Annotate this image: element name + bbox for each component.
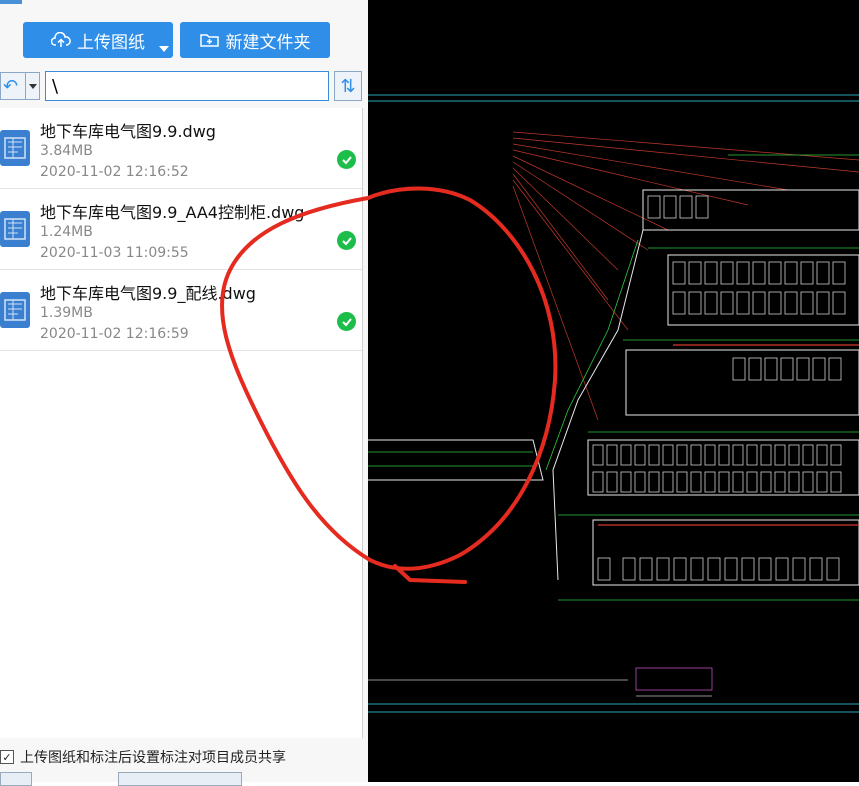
dwg-file-icon bbox=[0, 292, 30, 328]
share-label: 上传图纸和标注后设置标注对项目成员共享 bbox=[20, 750, 286, 766]
new-folder-icon bbox=[199, 34, 219, 47]
file-date: 2020-11-03 11:09:55 bbox=[40, 245, 189, 261]
file-size: 1.39MB bbox=[40, 305, 93, 321]
cad-drawing-viewer[interactable] bbox=[368, 0, 859, 782]
panel-top-accent bbox=[0, 0, 22, 4]
bottom-button-main[interactable] bbox=[118, 772, 242, 786]
share-checkbox[interactable]: ✓ bbox=[0, 750, 14, 764]
check-circle-icon bbox=[337, 150, 356, 169]
new-folder-button[interactable]: 新建文件夹 bbox=[180, 22, 330, 58]
refresh-button[interactable]: ⇅ bbox=[334, 71, 362, 101]
upload-drawing-button[interactable]: 上传图纸 bbox=[23, 22, 173, 58]
back-arrow-icon: ↶ bbox=[3, 75, 19, 97]
file-row[interactable]: 地下车库电气图9.9_AA4控制柜.dwg 1.24MB 2020-11-03 … bbox=[0, 189, 362, 270]
cad-drawing bbox=[368, 94, 859, 713]
dwg-file-icon bbox=[0, 211, 30, 247]
file-row[interactable]: 地下车库电气图9.9_配线.dwg 1.39MB 2020-11-02 12:1… bbox=[0, 270, 362, 351]
file-name: 地下车库电气图9.9.dwg bbox=[40, 122, 216, 141]
file-size: 1.24MB bbox=[40, 224, 93, 240]
file-date: 2020-11-02 12:16:59 bbox=[40, 326, 189, 342]
new-folder-label: 新建文件夹 bbox=[225, 32, 311, 53]
bottom-button-left[interactable] bbox=[0, 772, 32, 786]
file-size: 3.84MB bbox=[40, 143, 93, 159]
check-circle-icon bbox=[337, 231, 356, 250]
upload-dropdown-caret[interactable] bbox=[159, 46, 169, 52]
upload-drawing-label: 上传图纸 bbox=[77, 32, 145, 53]
upload-cloud-icon bbox=[51, 32, 71, 47]
file-row[interactable]: 地下车库电气图9.9.dwg 3.84MB 2020-11-02 12:16:5… bbox=[0, 108, 362, 189]
file-name: 地下车库电气图9.9_配线.dwg bbox=[40, 284, 256, 303]
file-date: 2020-11-02 12:16:52 bbox=[40, 164, 189, 180]
path-bar: ↶ ⇅ bbox=[0, 71, 368, 103]
back-button[interactable]: ↶ bbox=[0, 72, 40, 100]
file-list: 地下车库电气图9.9.dwg 3.84MB 2020-11-02 12:16:5… bbox=[0, 108, 363, 738]
check-circle-icon bbox=[337, 312, 356, 331]
file-name: 地下车库电气图9.9_AA4控制柜.dwg bbox=[40, 203, 305, 222]
dwg-file-icon bbox=[0, 130, 30, 166]
file-panel: 上传图纸 新建文件夹 ↶ ⇅ 地下车库电气图9.9.dwg 3.84MB 2 bbox=[0, 0, 368, 786]
history-dropdown[interactable] bbox=[25, 73, 39, 99]
refresh-icon: ⇅ bbox=[340, 75, 356, 97]
share-option[interactable]: ✓ 上传图纸和标注后设置标注对项目成员共享 bbox=[0, 745, 286, 769]
path-input[interactable] bbox=[45, 71, 329, 101]
